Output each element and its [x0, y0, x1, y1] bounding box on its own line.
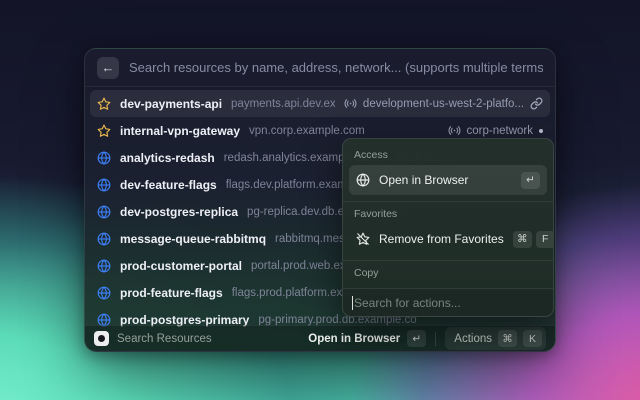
- divider: [343, 201, 553, 202]
- resource-name: internal-vpn-gateway: [120, 123, 241, 138]
- actions-search-bar: [343, 288, 553, 316]
- resource-address: payments.api.dev.example.com → dev-paym.…: [231, 97, 335, 110]
- menu-item-open-in-browser[interactable]: Open in Browser ↵: [349, 165, 547, 195]
- search-bar: ←: [85, 49, 555, 87]
- popup-section-access: Access: [354, 149, 388, 161]
- resource-name: prod-customer-portal: [120, 258, 243, 273]
- footer-app-label: Search Resources: [117, 332, 212, 345]
- globe-icon: [97, 150, 111, 165]
- resource-address: vpn.corp.example.com: [249, 124, 365, 137]
- resource-name: analytics-redash: [120, 150, 215, 165]
- star-icon: [97, 97, 111, 111]
- globe-icon: [356, 173, 370, 187]
- globe-icon: [97, 204, 111, 219]
- list-item[interactable]: dev-payments-api payments.api.dev.exampl…: [90, 90, 550, 117]
- arrow-left-icon: ←: [101, 60, 115, 75]
- globe-icon: [97, 231, 111, 246]
- key-cmd: ⌘: [498, 330, 517, 347]
- globe-icon: [97, 285, 111, 300]
- resource-name: prod-feature-flags: [120, 285, 223, 300]
- resource-name: message-queue-rabbitmq: [120, 231, 267, 246]
- back-button[interactable]: ←: [97, 56, 119, 79]
- search-input[interactable]: [129, 60, 543, 75]
- divider: [343, 260, 553, 261]
- globe-icon: [97, 258, 111, 273]
- primary-action-button[interactable]: Open in Browser ↵: [308, 330, 427, 347]
- broadcast-icon: [344, 97, 357, 110]
- key-cmd: ⌘: [512, 230, 532, 248]
- key-f: F: [535, 230, 553, 248]
- resource-name: dev-postgres-replica: [120, 204, 239, 219]
- resource-network: development-us-west-2-platfo...: [362, 97, 524, 110]
- resource-name: dev-feature-flags: [120, 177, 217, 192]
- star-icon: [97, 124, 111, 138]
- menu-item-remove-favorites[interactable]: Remove from Favorites ⌘ F: [349, 224, 553, 254]
- key-k: K: [523, 330, 542, 347]
- actions-search-input[interactable]: [354, 295, 544, 310]
- globe-icon: [97, 177, 111, 192]
- status-dot: [539, 128, 543, 133]
- popup-section-copy: Copy: [354, 267, 379, 279]
- divider: [435, 331, 437, 346]
- popup-section-favorites: Favorites: [354, 208, 398, 220]
- resource-name: dev-payments-api: [120, 96, 223, 111]
- app-logo-icon: [94, 331, 109, 346]
- actions-popup: Access Open in Browser ↵ Favorites Remov…: [342, 138, 554, 317]
- resource-network: corp-network: [466, 124, 533, 137]
- key-enter: ↵: [407, 330, 427, 347]
- actions-button[interactable]: Actions ⌘ K: [445, 327, 546, 350]
- key-enter: ↵: [521, 171, 540, 189]
- footer-bar: Search Resources Open in Browser ↵ Actio…: [85, 325, 555, 351]
- broadcast-icon: [448, 124, 461, 137]
- text-caret: [352, 295, 353, 310]
- command-palette-window: ← dev-payments-api payments.api.dev.exam…: [84, 48, 556, 352]
- star-off-icon: [356, 232, 370, 246]
- link-icon[interactable]: [530, 97, 543, 110]
